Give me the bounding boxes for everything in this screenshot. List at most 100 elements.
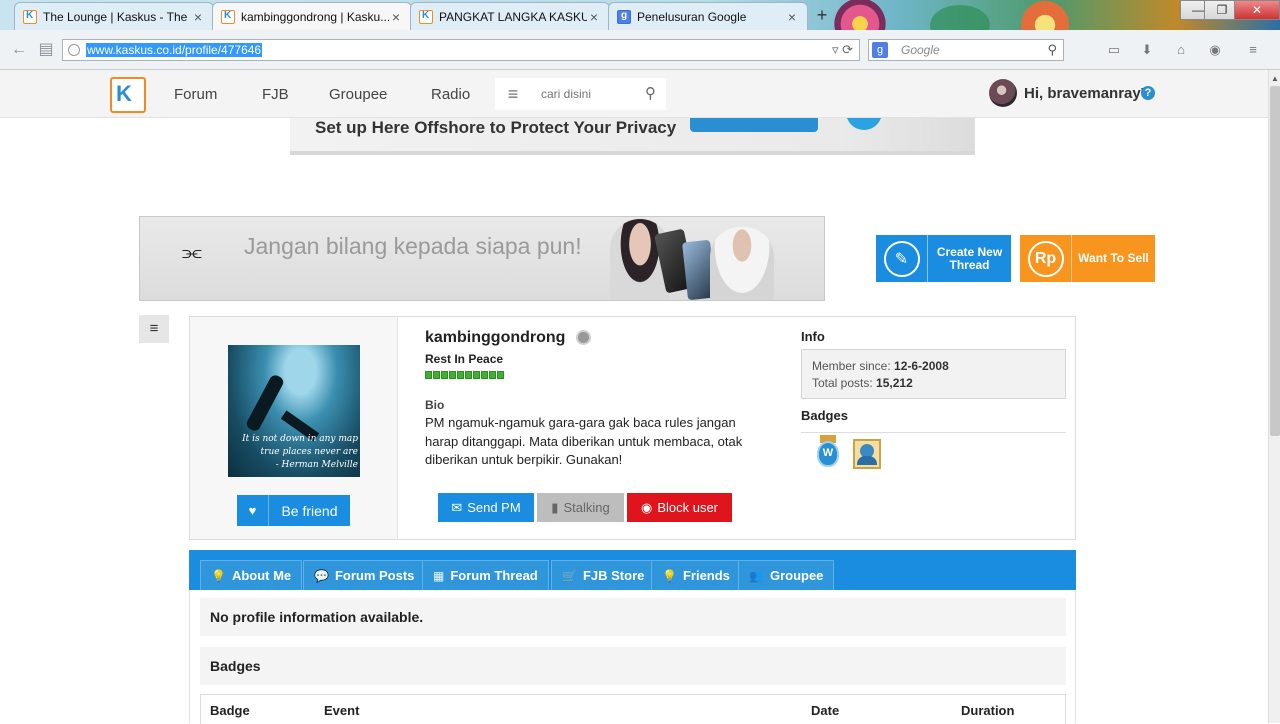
site-search[interactable]: ⚲ xyxy=(531,78,666,110)
reputation-box xyxy=(441,371,448,379)
logo-letter: K xyxy=(116,81,132,106)
rupiah-icon: Rp xyxy=(1027,240,1064,277)
globe-icon xyxy=(68,44,80,56)
site-header: K Forum FJB Groupee Radio ≡ ⚲ Hi, bravem… xyxy=(0,70,1268,118)
browser-tab[interactable]: PANGKAT LANGKA KASKU... × xyxy=(410,2,610,30)
kaskus-logo[interactable]: K xyxy=(110,77,146,113)
tab-fjb-store[interactable]: 🛒 FJB Store xyxy=(551,560,656,590)
ad-text: Jangan bilang kepada siapa pun! xyxy=(244,233,582,259)
browser-tab[interactable]: The Lounge | Kaskus - The ... × xyxy=(14,2,214,30)
tab-groupee[interactable]: 👥 Groupee xyxy=(738,560,835,590)
address-bar[interactable]: www.kaskus.co.id/profile/477646 ▿ ⟳ xyxy=(62,39,860,61)
member-since-value: 12-6-2008 xyxy=(894,359,949,373)
back-arrow-icon[interactable]: ← xyxy=(8,39,30,61)
tab-title: kambinggondrong | Kasku... xyxy=(241,9,389,24)
member-since-label: Member since: xyxy=(812,359,891,373)
tab-friends[interactable]: 💡 Friends xyxy=(651,560,741,590)
online-status-icon xyxy=(576,330,591,345)
group-icon: 👥 xyxy=(749,568,764,583)
lightbulb-icon: 💡 xyxy=(211,568,226,583)
close-icon[interactable]: × xyxy=(389,9,403,25)
no-profile-message: No profile information available. xyxy=(200,598,1066,636)
reload-icon[interactable]: ▿ ⟳ xyxy=(832,42,853,58)
nav-radio[interactable]: Radio xyxy=(431,86,470,103)
create-thread-button[interactable]: ✎ Create New Thread xyxy=(876,235,1011,282)
column-badge: Badge xyxy=(210,703,250,718)
nav-groupee[interactable]: Groupee xyxy=(329,86,387,103)
tab-content: No profile information available. Badges… xyxy=(189,590,1076,724)
nav-fjb[interactable]: FJB xyxy=(262,86,289,103)
avatar-column: It is not down in any map true places ne… xyxy=(190,317,398,539)
mid-ad-banner[interactable]: ⫘ Jangan bilang kepada siapa pun! xyxy=(139,216,825,301)
stalking-label: Stalking xyxy=(563,500,610,515)
tab-forum-posts[interactable]: 💬 Forum Posts xyxy=(303,560,426,590)
tab-about-me[interactable]: 💡 About Me xyxy=(200,560,303,590)
block-user-button[interactable]: ◉ Block user xyxy=(627,493,732,522)
reputation-box xyxy=(465,371,472,379)
stalking-button[interactable]: ▮ Stalking xyxy=(537,493,624,522)
block-user-label: Block user xyxy=(657,500,719,515)
pencil-icon: ✎ xyxy=(883,240,920,277)
nav-forum[interactable]: Forum xyxy=(174,86,217,103)
befriend-button[interactable]: ♥ Be friend xyxy=(237,495,350,526)
bio-label: Bio xyxy=(425,398,445,412)
reputation-bar xyxy=(425,371,504,379)
heart-icon: ♥ xyxy=(237,495,269,526)
scroll-up-icon[interactable]: ▲ xyxy=(1271,74,1279,83)
decorative-flower xyxy=(1010,0,1080,30)
close-icon[interactable]: × xyxy=(587,9,601,25)
addon-icon[interactable]: ◉ xyxy=(1206,41,1224,59)
column-duration: Duration xyxy=(961,703,1015,718)
speech-bubble-icon: 💬 xyxy=(314,568,329,583)
badges-table-header: Badge Event Date Duration xyxy=(200,694,1066,724)
help-icon[interactable]: ? xyxy=(1141,86,1155,100)
badge-medal-icon[interactable]: W xyxy=(813,435,845,471)
search-icon[interactable]: ⚲ xyxy=(645,84,656,102)
close-icon[interactable]: × xyxy=(785,9,799,25)
top-ad-banner[interactable]: Set up Here Offshore to Protect Your Pri… xyxy=(290,118,975,155)
home-icon[interactable]: ⌂ xyxy=(1172,41,1190,59)
identity-icon[interactable]: ▤ xyxy=(35,39,57,61)
menu-icon[interactable]: ≡ xyxy=(1244,41,1262,59)
browser-tab-active[interactable]: kambinggondrong | Kasku... × xyxy=(212,2,412,30)
ad-model-image xyxy=(710,227,774,300)
user-greeting[interactable]: Hi, bravemanray7 xyxy=(1024,85,1149,102)
total-posts-value: 15,212 xyxy=(876,376,913,390)
column-date: Date xyxy=(811,703,840,718)
ad-button[interactable] xyxy=(690,118,818,132)
befriend-label: Be friend xyxy=(281,502,338,519)
reputation-box xyxy=(473,371,480,379)
search-icon[interactable]: ⚲ xyxy=(1047,42,1057,58)
send-pm-button[interactable]: ✉ Send PM xyxy=(438,493,534,522)
close-icon[interactable]: × xyxy=(191,9,205,25)
google-search-engine-icon[interactable]: g xyxy=(872,42,888,58)
kaskus-favicon-icon xyxy=(221,9,235,24)
browser-tab[interactable]: Penelusuran Google × xyxy=(608,2,808,30)
site-search-input[interactable] xyxy=(541,86,631,102)
url-text[interactable]: www.kaskus.co.id/profile/477646 xyxy=(86,43,263,57)
decorative-flower xyxy=(830,0,890,30)
share-icon: ⫘ xyxy=(182,239,202,264)
new-tab-button[interactable]: + xyxy=(810,4,834,26)
bookmarks-icon[interactable]: ▭ xyxy=(1105,41,1123,59)
scrollbar-thumb[interactable] xyxy=(1270,86,1280,436)
browser-search-box[interactable]: g Google ⚲ xyxy=(868,39,1064,61)
want-to-sell-button[interactable]: Rp Want To Sell xyxy=(1020,235,1155,282)
page-scrollbar[interactable]: ▲ xyxy=(1268,70,1280,723)
cart-icon: 🛒 xyxy=(562,568,577,583)
close-window-button[interactable]: ✕ xyxy=(1234,0,1280,20)
user-avatar[interactable] xyxy=(989,79,1017,107)
google-favicon-icon xyxy=(617,9,631,24)
ad-graphic xyxy=(846,118,882,130)
browser-tab-bar: The Lounge | Kaskus - The ... × kambingg… xyxy=(0,0,1280,30)
column-event: Event xyxy=(324,703,360,718)
bookmark-icon: ▮ xyxy=(551,499,559,515)
tab-title: PANGKAT LANGKA KASKU... xyxy=(439,9,587,24)
decorative-leaf xyxy=(930,5,990,30)
badge-idcard-icon[interactable] xyxy=(851,435,883,471)
hamburger-menu-icon[interactable]: ≡ xyxy=(495,78,531,110)
profile-tab-bar: 💡 About Me 💬 Forum Posts ▦ Forum Thread 🛒 FJ… xyxy=(189,550,1076,590)
download-icon[interactable]: ⬇ xyxy=(1138,41,1156,59)
sidebar-toggle-icon[interactable]: ≡ xyxy=(139,315,169,343)
tab-forum-thread[interactable]: ▦ Forum Thread xyxy=(422,560,549,590)
